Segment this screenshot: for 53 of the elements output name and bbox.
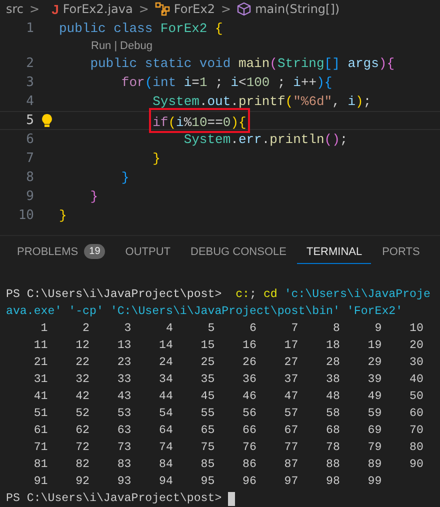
terminal-output: 41 42 43 44 45 46 47 48 49 50 xyxy=(32,389,424,405)
panel-tab[interactable]: OUTPUT xyxy=(116,240,180,264)
code-line: public class ForEx2 { xyxy=(59,21,223,36)
breadcrumb-item[interactable]: src xyxy=(6,2,24,16)
terminal-output: 21 22 23 24 25 26 27 28 29 30 xyxy=(32,355,424,371)
panel-tab[interactable]: PORTS xyxy=(373,240,429,264)
terminal-output: 11 12 13 14 15 16 17 18 19 20 xyxy=(32,338,424,354)
line-number: 2 xyxy=(25,56,34,71)
line-number: 9 xyxy=(25,189,34,204)
code-line: } xyxy=(120,170,130,185)
line-number: 7 xyxy=(25,151,34,166)
terminal-output: 81 82 83 84 85 86 87 88 89 90 xyxy=(32,457,424,473)
terminal-output: 71 72 73 74 75 76 77 78 79 80 xyxy=(32,440,424,456)
code-line: public static void main(String[] args){ xyxy=(89,56,395,71)
panel-tab[interactable]: TERMINAL xyxy=(297,240,372,264)
line-number: 1 xyxy=(25,21,34,36)
breadcrumb-separator: > xyxy=(138,2,149,16)
code-line: for(int i=1 ; i<100 ; i++){ xyxy=(120,75,332,90)
terminal-prompt: PS C:\Users\i\JavaProject\post> xyxy=(6,491,222,507)
line-number: 10 xyxy=(17,208,34,223)
line-number: 3 xyxy=(25,75,34,90)
cube-icon xyxy=(237,2,252,16)
terminal-output: 1 2 3 4 5 6 7 8 9 10 xyxy=(40,321,424,337)
terminal-output: 61 62 63 64 65 66 67 68 69 70 xyxy=(32,423,424,439)
panel-tab[interactable]: PROBLEMS 19 xyxy=(8,240,114,264)
line-number: 6 xyxy=(25,132,34,147)
panel-tab[interactable]: DEBUG CONSOLE xyxy=(182,240,296,264)
terminal-output: 31 32 33 34 35 36 37 38 39 40 xyxy=(32,372,424,388)
line-number: 5 xyxy=(25,113,34,128)
code-line: System.out.printf("%6d", i); xyxy=(152,94,372,109)
line-number: 4 xyxy=(25,94,34,109)
class-icon xyxy=(154,2,170,16)
code-line: } xyxy=(89,189,98,204)
terminal-output: 91 92 93 94 95 96 97 98 99 xyxy=(32,474,382,490)
code-line: System.err.println(); xyxy=(182,132,348,147)
line-number: 8 xyxy=(25,170,34,185)
breadcrumb-separator: > xyxy=(221,2,232,16)
codelens-link[interactable]: Debug xyxy=(120,40,152,52)
terminal-output: 51 52 53 54 55 56 57 58 59 60 xyxy=(32,406,424,422)
code-line: } xyxy=(59,208,67,223)
count-badge: 19 xyxy=(84,244,106,259)
breadcrumb-item[interactable]: ForEx2.java xyxy=(62,2,133,16)
breadcrumb-separator: > xyxy=(30,2,40,16)
java-file-icon: J xyxy=(52,2,59,16)
code-line: } xyxy=(152,151,160,166)
breadcrumb-item[interactable]: main(String[]) xyxy=(255,2,340,16)
terminal-line: PS C:\Users\i\JavaProject\post> c:; cd 'c:\Users\i\JavaProje xyxy=(6,287,430,303)
codelens-link[interactable]: Run xyxy=(91,40,112,52)
code-line: if(i%10==0){ xyxy=(152,115,246,130)
terminal-line: ava.exe' '-cp' 'C:\Users\i\JavaProject\post\bin' 'ForEx2' xyxy=(6,304,403,320)
breadcrumb-item[interactable]: ForEx2 xyxy=(174,2,215,16)
lightbulb-icon[interactable] xyxy=(40,113,52,128)
codelens-separator: | xyxy=(114,40,118,52)
